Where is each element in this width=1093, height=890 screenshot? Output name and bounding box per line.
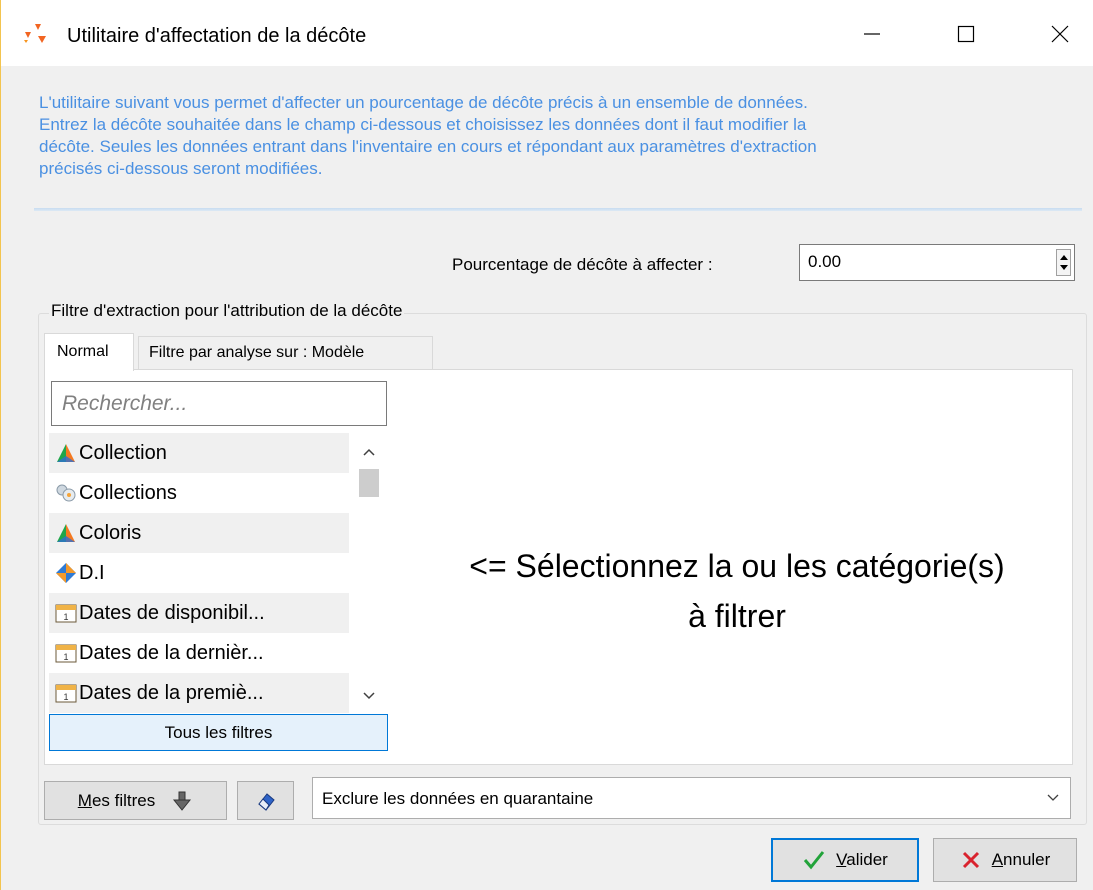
app-logo-icon (24, 24, 46, 43)
maximize-icon (957, 25, 975, 43)
cancel-label: Annuler (992, 850, 1051, 870)
category-list: Collection Collections Coloris D.I 1 Dat… (49, 433, 389, 713)
quarantine-select[interactable]: Exclure les données en quarantaine (312, 777, 1071, 819)
info-line: L'utilitaire suivant vous permet d'affec… (39, 93, 808, 112)
spin-down-icon[interactable] (1060, 265, 1068, 270)
search-input[interactable]: Rechercher... (51, 381, 387, 426)
clear-filter-button[interactable] (237, 781, 294, 820)
info-line: précisés ci-dessous seront modifiées. (39, 159, 323, 178)
eraser-icon (257, 792, 275, 811)
calendar-icon: 1 (55, 644, 77, 663)
pyramid-icon (57, 444, 75, 462)
close-icon (1051, 25, 1069, 43)
percentage-value[interactable]: 0.00 (808, 252, 841, 272)
my-filters-label-rest: es filtres (91, 790, 156, 810)
minimize-icon (864, 33, 880, 35)
my-filters-button[interactable]: Mes filtres (44, 781, 227, 820)
validate-label: Valider (836, 850, 888, 870)
group-icon (56, 484, 76, 502)
info-text: L'utilitaire suivant vous permet d'affec… (39, 92, 1029, 180)
select-category-hint: <= Sélectionnez la ou les catégorie(s) à… (401, 541, 1073, 641)
list-item-label: Dates de la dernièr... (79, 641, 264, 664)
maximize-button[interactable] (943, 14, 989, 54)
svg-text:1: 1 (63, 692, 68, 702)
list-item[interactable]: D.I (49, 553, 349, 593)
search-placeholder: Rechercher... (62, 392, 188, 415)
list-item[interactable]: 1 Dates de la premiè... (49, 673, 349, 713)
list-item-label: Dates de disponibil... (79, 601, 265, 624)
close-button[interactable] (1037, 14, 1083, 54)
scroll-up-button[interactable] (351, 437, 387, 467)
cancel-button[interactable]: Annuler (933, 838, 1077, 882)
pyramid-icon (57, 524, 75, 542)
percentage-label: Pourcentage de décôte à affecter : (452, 255, 713, 274)
title-bar: Utilitaire d'affectation de la décôte (1, 0, 1093, 66)
accel-key: A (991, 850, 1004, 869)
list-item[interactable]: Coloris (49, 513, 349, 553)
list-item-label: Dates de la premiè... (79, 681, 264, 704)
list-item[interactable]: 1 Dates de disponibil... (49, 593, 349, 633)
dialog-window: Utilitaire d'affectation de la décôte L'… (0, 0, 1093, 890)
svg-text:1: 1 (63, 612, 68, 622)
scroll-down-button[interactable] (351, 681, 387, 711)
hint-line: à filtrer (688, 598, 786, 634)
list-item-label: Collections (79, 481, 177, 504)
validate-button[interactable]: Valider (771, 838, 919, 882)
minimize-button[interactable] (849, 14, 895, 54)
accel-key: V (836, 850, 847, 869)
quarantine-select-value: Exclure les données en quarantaine (322, 789, 594, 808)
validate-label-rest: alider (846, 850, 888, 869)
cancel-label-rest: nnuler (1003, 850, 1051, 869)
spin-up-icon[interactable] (1060, 255, 1068, 260)
svg-text:1: 1 (63, 652, 68, 662)
checkmark-icon (802, 849, 826, 871)
diamond-icon (56, 563, 76, 583)
scroll-thumb[interactable] (359, 469, 379, 497)
percentage-input[interactable]: 0.00 (799, 244, 1075, 281)
filter-group-label: Filtre d'extraction pour l'attribution d… (49, 301, 405, 321)
all-filters-label: Tous les filtres (164, 722, 273, 742)
all-filters-button[interactable]: Tous les filtres (49, 714, 388, 751)
calendar-icon: 1 (55, 604, 77, 623)
list-item-label: D.I (79, 561, 105, 584)
arrow-down-icon (173, 791, 192, 811)
chevron-down-icon (1047, 794, 1059, 801)
hint-line: <= Sélectionnez la ou les catégorie(s) (469, 548, 1005, 584)
header-separator (34, 208, 1082, 211)
chevron-down-icon (363, 692, 375, 700)
window-title: Utilitaire d'affectation de la décôte (67, 25, 367, 47)
list-item[interactable]: 1 Dates de la dernièr... (49, 633, 349, 673)
list-item-label: Coloris (79, 521, 142, 544)
calendar-icon: 1 (55, 684, 77, 703)
list-item[interactable]: Collection (49, 433, 349, 473)
chevron-up-icon (363, 448, 375, 456)
cross-icon (960, 849, 982, 871)
info-line: Entrez la décôte souhaitée dans le champ… (39, 115, 807, 134)
info-line: décôte. Seules les données entrant dans … (39, 137, 817, 156)
tab-normal[interactable]: Normal (44, 333, 134, 371)
my-filters-label: Mes filtres (78, 791, 155, 811)
percentage-spinner[interactable] (1056, 249, 1071, 276)
tab-analyse-modele[interactable]: Filtre par analyse sur : Modèle (138, 336, 433, 369)
accel-key: M (77, 790, 92, 810)
list-scrollbar[interactable] (351, 433, 387, 711)
list-item-label: Collection (79, 441, 167, 464)
list-item[interactable]: Collections (49, 473, 349, 513)
